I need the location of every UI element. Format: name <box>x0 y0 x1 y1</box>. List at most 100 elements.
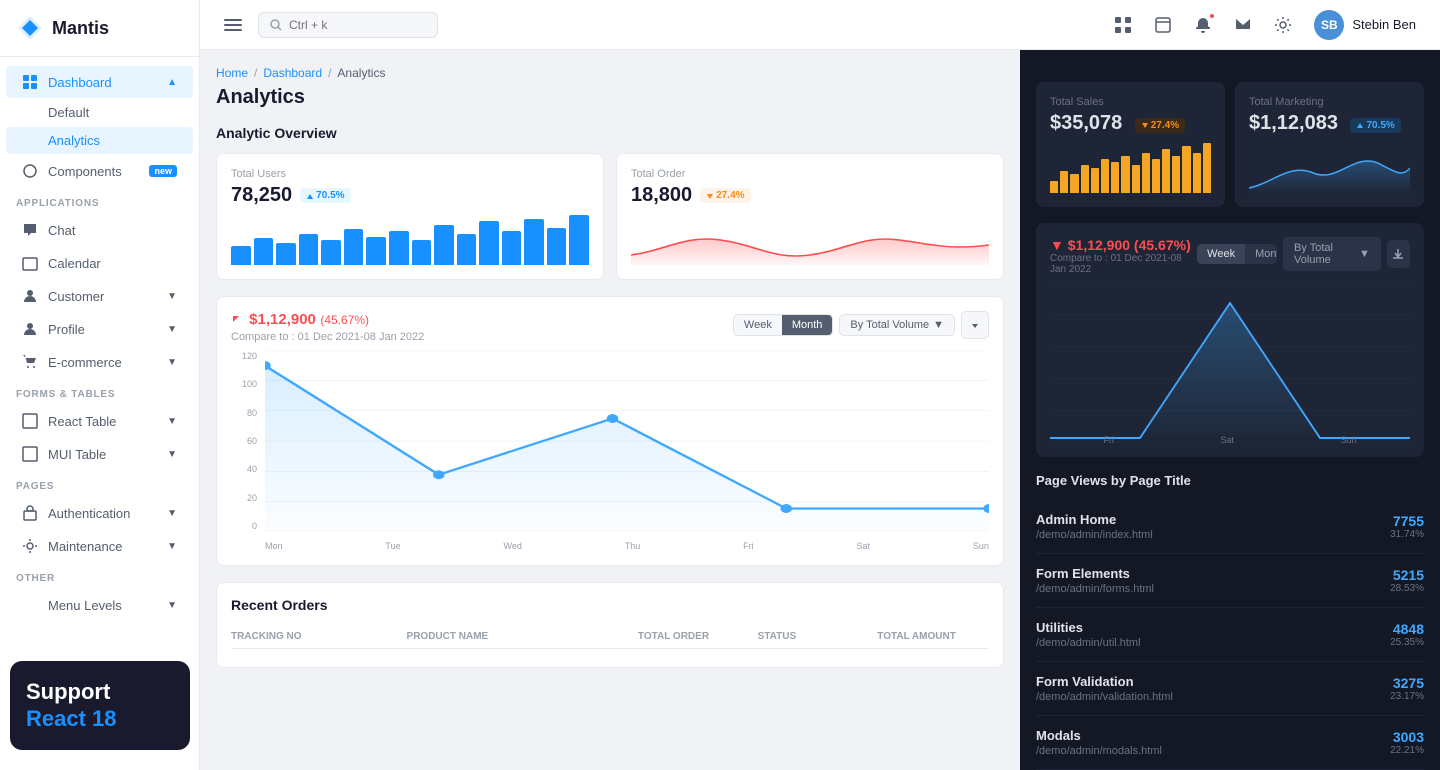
breadcrumb-sep1: / <box>254 66 257 80</box>
sidebar-item-profile[interactable]: Profile ▼ <box>6 313 193 345</box>
sidebar-item-maintenance[interactable]: Maintenance ▼ <box>6 530 193 562</box>
marketing-label: Total Marketing <box>1249 96 1410 108</box>
dropdown-chevron-icon: ▼ <box>933 319 944 331</box>
search-icon <box>269 18 283 32</box>
notification-dot <box>1208 12 1216 20</box>
sidebar-sub-default[interactable]: Default <box>6 99 193 126</box>
topbar-right: SB Stebin Ben <box>1106 6 1424 44</box>
customer-label: Customer <box>48 289 104 304</box>
orders-value: 18,800 <box>631 184 692 207</box>
pv-pct-5: 22.21% <box>1390 745 1424 756</box>
menu-toggle-button[interactable] <box>216 8 250 42</box>
components-badge: new <box>149 165 177 177</box>
window-button[interactable] <box>1146 8 1180 42</box>
sidebar-item-react-table[interactable]: React Table ▼ <box>6 405 193 437</box>
dark-income-chart: ▼ $1,12,900 (45.67%) Compare to : 01 Dec… <box>1036 223 1424 457</box>
profile-icon <box>22 321 38 337</box>
users-value-row: 78,250 70.5% <box>231 184 589 207</box>
sidebar-logo[interactable]: Mantis <box>0 0 199 57</box>
notification-button[interactable] <box>1186 8 1220 42</box>
month-button[interactable]: Month <box>782 315 833 335</box>
users-label: Total Users <box>231 168 589 180</box>
income-value-row: $1,12,900 (45.67%) <box>231 311 424 329</box>
logo-icon <box>16 14 44 42</box>
sidebar-item-components[interactable]: Components new <box>6 155 193 187</box>
pv-count-5: 3003 <box>1390 729 1424 745</box>
support-toast[interactable]: Support React 18 <box>10 661 190 750</box>
react-table-icon <box>22 413 38 429</box>
recent-orders: Recent Orders TRACKING NO PRODUCT NAME T… <box>216 582 1004 668</box>
page-view-row-3: Utilities /demo/admin/util.html 4848 25.… <box>1036 608 1424 662</box>
income-amount: $1,12,900 <box>249 311 316 328</box>
income-value <box>231 311 249 328</box>
right-content: Total Sales $35,078 27.4% <box>1020 50 1440 770</box>
dark-download-icon <box>1392 248 1404 260</box>
pv-path-1: /demo/admin/index.html <box>1036 529 1390 541</box>
maintenance-icon <box>22 538 38 554</box>
sidebar-item-ecommerce[interactable]: E-commerce ▼ <box>6 346 193 378</box>
pv-path-3: /demo/admin/util.html <box>1036 637 1390 649</box>
breadcrumb-home[interactable]: Home <box>216 66 248 80</box>
sales-badge: 27.4% <box>1135 118 1185 133</box>
support-toast-title: Support <box>26 679 174 705</box>
breadcrumb-dashboard[interactable]: Dashboard <box>263 66 322 80</box>
dark-month-btn[interactable]: Month <box>1245 244 1277 264</box>
settings-button[interactable] <box>1266 8 1300 42</box>
chat-icon <box>22 222 38 238</box>
orders-chart <box>631 215 989 265</box>
dark-stat-marketing: Total Marketing $1,12,083 70.5% <box>1235 82 1424 207</box>
search-input[interactable] <box>289 18 409 32</box>
maintenance-chevron: ▼ <box>167 541 177 552</box>
volume-dropdown[interactable]: By Total Volume ▼ <box>839 314 955 336</box>
trend-down-icon <box>706 192 714 200</box>
react-table-label: React Table <box>48 414 116 429</box>
sidebar-item-chat[interactable]: Chat <box>6 214 193 246</box>
topbar: SB Stebin Ben <box>200 0 1440 50</box>
pv-path-2: /demo/admin/forms.html <box>1036 583 1390 595</box>
customer-icon <box>22 288 38 304</box>
breadcrumb-analytics: Analytics <box>337 66 385 80</box>
users-badge: 70.5% <box>300 188 350 203</box>
sidebar-item-customer[interactable]: Customer ▼ <box>6 280 193 312</box>
user-area[interactable]: SB Stebin Ben <box>1306 6 1424 44</box>
sidebar-item-mui-table[interactable]: MUI Table ▼ <box>6 438 193 470</box>
sales-chart <box>1050 143 1211 193</box>
sidebar-sub-analytics[interactable]: Analytics <box>6 127 193 154</box>
support-toast-sub: React 18 <box>26 706 174 732</box>
chart-yaxis: 120100806040200 <box>231 351 261 531</box>
page-view-row-1: Admin Home /demo/admin/index.html 7755 3… <box>1036 500 1424 554</box>
pv-pct-3: 25.35% <box>1390 637 1424 648</box>
sidebar-item-authentication[interactable]: Authentication ▼ <box>6 497 193 529</box>
search-box[interactable] <box>258 12 438 38</box>
calendar-label: Calendar <box>48 256 101 271</box>
time-toggle: Week Month <box>733 314 834 336</box>
components-label: Components <box>48 164 122 179</box>
section-applications: Applications <box>0 188 199 213</box>
week-button[interactable]: Week <box>734 315 782 335</box>
dark-download-button[interactable] <box>1387 240 1410 268</box>
page-view-row-2: Form Elements /demo/admin/forms.html 521… <box>1036 554 1424 608</box>
col-tracking: TRACKING NO <box>231 631 399 642</box>
message-button[interactable] <box>1226 8 1260 42</box>
col-product: PRODUCT NAME <box>407 631 630 642</box>
dark-income-value: ▼ $1,12,900 (45.67%) <box>1050 237 1197 253</box>
menu-levels-chevron: ▼ <box>167 600 177 611</box>
sidebar-item-calendar[interactable]: Calendar <box>6 247 193 279</box>
menu-levels-icon <box>22 597 38 613</box>
authentication-label: Authentication <box>48 506 130 521</box>
dark-income-info: ▼ $1,12,900 (45.67%) Compare to : 01 Dec… <box>1050 237 1197 275</box>
sidebar-item-dashboard[interactable]: Dashboard ▲ <box>6 66 193 98</box>
dark-week-btn[interactable]: Week <box>1197 244 1245 264</box>
income-down-icon <box>231 314 241 324</box>
download-button[interactable] <box>961 311 989 339</box>
pv-count-2: 5215 <box>1390 567 1424 583</box>
apps-button[interactable] <box>1106 8 1140 42</box>
marketing-value-row: $1,12,083 70.5% <box>1249 112 1410 135</box>
dark-volume-dropdown[interactable]: By Total Volume ▼ <box>1283 237 1381 271</box>
sidebar-item-menu-levels[interactable]: Menu Levels ▼ <box>6 589 193 621</box>
menu-levels-label: Menu Levels <box>48 598 122 613</box>
analytic-overview-title: Analytic Overview <box>216 125 1004 141</box>
orders-value-row: 18,800 27.4% <box>631 184 989 207</box>
income-overview: $1,12,900 (45.67%) Compare to : 01 Dec 2… <box>216 296 1004 566</box>
marketing-badge: 70.5% <box>1350 118 1400 133</box>
